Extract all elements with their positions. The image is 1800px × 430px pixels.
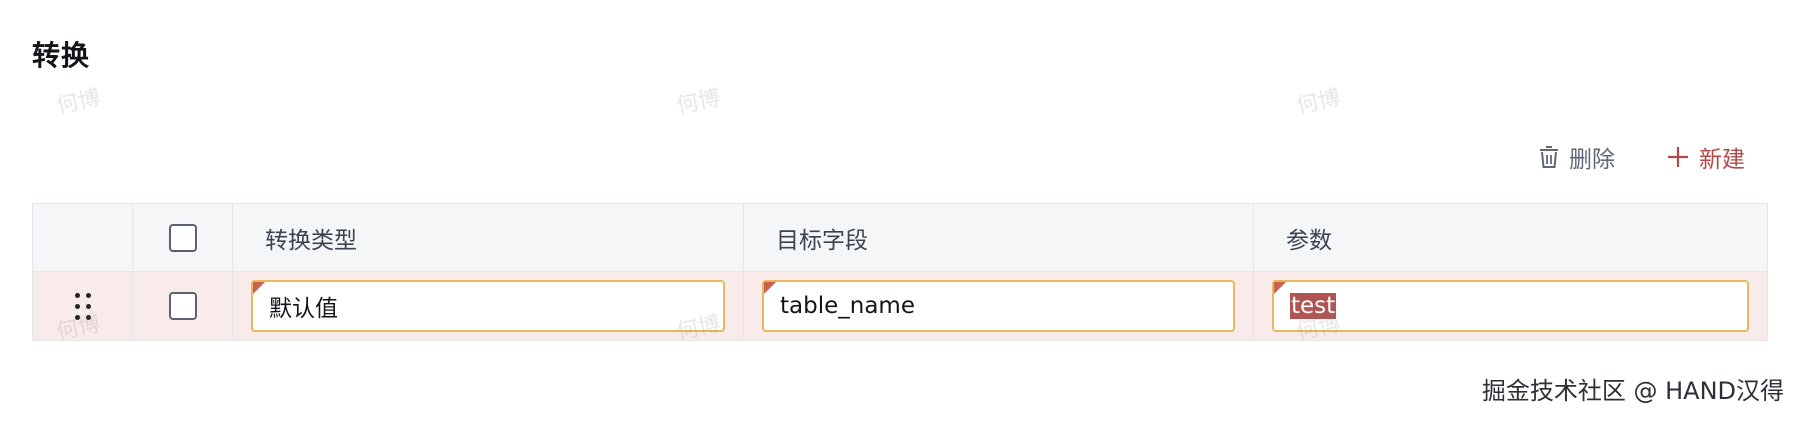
source-credit: 掘金技术社区 @ HAND汉得 [1481, 377, 1784, 405]
drag-handle-icon[interactable] [74, 292, 91, 320]
transform-type-value: 默认值 [269, 296, 338, 322]
dirty-marker [1274, 282, 1286, 294]
plus-icon [1668, 147, 1688, 167]
dirty-marker [764, 282, 776, 294]
new-button-label: 新建 [1699, 147, 1745, 173]
transform-table: 转换类型 目标字段 参数 默认值 table_name test [32, 203, 1768, 341]
drag-cell [33, 272, 133, 340]
row-check-cell [133, 272, 233, 340]
target-field-value: table_name [780, 293, 915, 319]
delete-button[interactable]: 删除 [1539, 140, 1615, 174]
target-field-cell: table_name [744, 272, 1254, 340]
watermark: 何博 [54, 85, 103, 120]
watermark: 何博 [1294, 85, 1343, 120]
column-header-transform-type[interactable]: 转换类型 [233, 204, 744, 271]
transform-type-cell: 默认值 [233, 272, 744, 340]
params-cell: test [1254, 272, 1767, 340]
row-checkbox[interactable] [168, 292, 197, 320]
params-input[interactable]: test [1272, 280, 1749, 332]
transform-type-input[interactable]: 默认值 [251, 280, 725, 332]
column-header-target-field[interactable]: 目标字段 [744, 204, 1254, 271]
column-header-params[interactable]: 参数 [1254, 204, 1767, 271]
table-toolbar: 删除 新建 [1539, 140, 1745, 174]
watermark: 何博 [674, 85, 723, 120]
dirty-marker [253, 282, 265, 294]
section-title: 转换 [32, 39, 91, 72]
table-header-row: 转换类型 目标字段 参数 [33, 204, 1767, 272]
target-field-input[interactable]: table_name [762, 280, 1235, 332]
delete-button-label: 删除 [1569, 147, 1615, 173]
table-row: 默认值 table_name test [33, 272, 1767, 340]
params-value: test [1290, 293, 1337, 319]
trash-icon [1540, 146, 1558, 168]
header-drag-cell [33, 204, 133, 271]
select-all-checkbox[interactable] [168, 223, 197, 252]
new-button[interactable]: 新建 [1667, 140, 1745, 174]
header-check-cell [133, 204, 233, 271]
